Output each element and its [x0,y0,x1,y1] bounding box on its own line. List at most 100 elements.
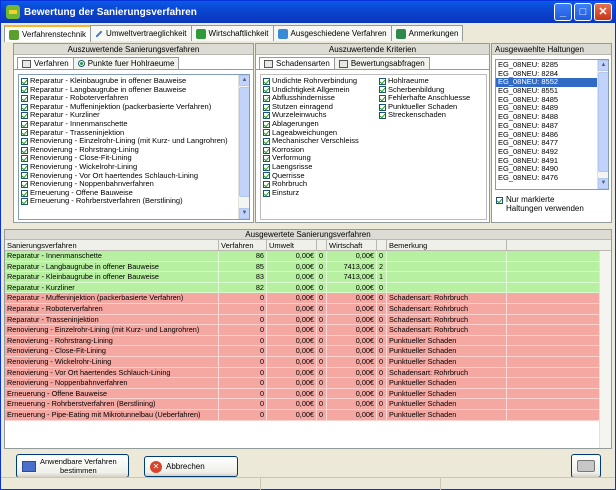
checkbox[interactable] [263,112,270,120]
checkbox[interactable] [21,120,28,128]
result-row[interactable]: Renovierung - Wickelrohr-Lining 0 0,00€ 0 0,… [5,356,599,368]
tab-verfahrenstechnik[interactable]: Verfahrenstechnik [4,25,92,42]
col-header-sanierungsverfahren[interactable]: Sanierungsverfahren [5,240,219,250]
tab-umweltvertraeglichkeit[interactable]: Umweltvertraeglichkeit [90,25,192,41]
verfahren-list[interactable]: Reparatur - Kleinbaugrube in offener Bau… [18,74,250,220]
verfahren-list-scrollbar[interactable]: ▲ ▼ [238,75,249,219]
checkbox[interactable] [21,103,28,111]
checkbox[interactable] [263,155,270,163]
result-row[interactable]: Erneuerung - Pipe-Eating mit Mikrotunnel… [5,409,599,421]
grid-icon [264,59,273,68]
result-row[interactable]: Reparatur - Kleinbaugrube in offener Bau… [5,272,599,283]
checkbox[interactable] [21,155,28,163]
checkbox[interactable] [21,189,28,197]
haltungen-list-scrollbar[interactable]: ▲ ▼ [597,60,608,189]
checkbox[interactable] [263,163,270,171]
maximize-button[interactable]: □ [574,3,592,21]
result-cell-u2: 0 [317,335,327,346]
result-row[interactable]: Reparatur - Langbaugrube in offener Bauw… [5,261,599,273]
result-row[interactable]: Renovierung - Einzelrohr-Lining (mit Kur… [5,325,599,336]
checkbox[interactable] [263,146,270,154]
verfahren-list-item[interactable]: Erneuerung - Rohrberstverfahren (Berstli… [19,197,249,206]
haltungen-list[interactable]: EG_08NEU: 8285 EG_08NEU: 8284 EG_08NEU: 85… [495,59,609,190]
tab-wirtschaftlichkeit[interactable]: Wirtschaftlichkeit [190,25,274,41]
tab-anmerkungen[interactable]: Anmerkungen [390,25,464,41]
checkbox[interactable] [21,163,28,171]
close-button[interactable]: ✕ [594,3,612,21]
col-header-wirtschaft-count[interactable] [377,240,387,250]
result-row[interactable]: Reparatur - Muffeninjektion (packerbasie… [5,293,599,304]
checkbox[interactable] [21,180,28,188]
result-row[interactable]: Renovierung - Vor Ort haertendes Schlauc… [5,367,599,379]
checkbox[interactable] [263,129,270,137]
result-cell-u2: 0 [317,314,327,325]
result-row[interactable]: Renovierung - Rohrstrang-Lining 0 0,00€ 0 0,… [5,335,599,347]
checkbox[interactable] [263,77,270,85]
scroll-thumb[interactable] [598,72,608,172]
checkbox[interactable] [263,189,270,197]
checkbox[interactable] [263,172,270,180]
checkbox[interactable] [21,94,28,102]
result-row[interactable]: Reparatur - Innenmanschette 86 0,00€ 0 0,00€… [5,251,599,262]
nur-markierte-checkbox-row[interactable]: Nur markierte Haltungen verwenden [496,195,584,213]
subtab-punkte-hohlraeume[interactable]: Punkte fuer Hohlraeume [72,57,180,69]
checkbox[interactable] [21,129,28,137]
checkbox[interactable] [21,198,28,206]
checkbox[interactable] [263,180,270,188]
checkbox[interactable] [379,94,386,102]
result-cell-wirtschaft: 7413,00€ [327,272,377,282]
checkbox[interactable] [263,120,270,128]
checkbox[interactable] [21,137,28,145]
scroll-down-button[interactable]: ▼ [598,178,608,189]
subtab-bewertungsabfragen[interactable]: Bewertungsabfragen [333,57,430,69]
checkbox[interactable] [379,86,386,94]
kriterium-item[interactable]: Einsturz [261,188,379,198]
result-row[interactable]: Reparatur - Roboterverfahren 0 0,00€ 0 0,00€… [5,303,599,315]
result-row[interactable]: Reparatur - Trasseninjektion 0 0,00€ 0 0,00€… [5,314,599,326]
checkbox[interactable] [263,94,270,102]
checkbox[interactable] [263,137,270,145]
verfahrenstechnik-icon [9,29,19,40]
checkbox[interactable] [21,146,28,154]
col-header-verfahren[interactable]: Verfahren [219,240,267,250]
col-header-bemerkung[interactable]: Bemerkung [387,240,507,250]
checkbox[interactable] [21,86,28,94]
results-scrollbar[interactable] [599,251,611,448]
checkbox[interactable] [379,77,386,85]
scroll-thumb[interactable] [239,87,249,197]
result-row[interactable]: Reparatur - Kurzliner 82 0,00€ 0 0,00€ 0 [5,282,599,294]
scroll-up-button[interactable]: ▲ [598,60,608,71]
result-cell-name: Renovierung - Wickelrohr-Lining [5,356,219,367]
minimize-button[interactable]: _ [554,3,572,21]
col-header-umwelt-count[interactable] [317,240,327,250]
col-header-umwelt[interactable]: Umwelt [267,240,317,250]
scroll-up-button[interactable]: ▲ [239,75,249,86]
nur-markierte-checkbox[interactable] [496,197,503,204]
tab-ausgeschiedene-verfahren[interactable]: Ausgeschiedene Verfahren [272,25,392,41]
result-row[interactable]: Renovierung - Close-Fit-Lining 0 0,00€ 0 0,0… [5,346,599,357]
abbrechen-button[interactable]: ✕ Abbrechen [144,456,238,477]
kriterium-item[interactable]: Streckenschaden [377,111,486,120]
checkbox[interactable] [21,77,28,85]
haltung-item[interactable]: EG_08NEU: 8476 [496,173,608,183]
scroll-down-button[interactable]: ▼ [239,208,249,219]
window-controls: _ □ ✕ [554,3,612,21]
result-row[interactable]: Erneuerung - Offene Bauweise 0 0,00€ 0 0,00€… [5,388,599,400]
checkbox[interactable] [263,86,270,94]
result-cell-w2: 0 [377,388,387,399]
checkbox[interactable] [379,103,386,111]
col-header-wirtschaft[interactable]: Wirtschaft [327,240,377,250]
main-window: Bewertung der Sanierungsverfahren _ □ ✕ … [0,0,616,490]
checkbox[interactable] [21,172,28,180]
checkbox[interactable] [263,103,270,111]
result-cell-name: Renovierung - Vor Ort haertendes Schlauc… [5,367,219,378]
result-row[interactable]: Erneuerung - Rohrberstverfahren (Berstli… [5,399,599,410]
apply-verfahren-button[interactable]: Anwendbare Verfahren bestimmen [16,454,129,478]
checkbox[interactable] [21,112,28,120]
result-cell-umwelt: 0,00€ [267,251,317,261]
result-row[interactable]: Renovierung - Noppenbahnverfahren 0 0,00€ 0… [5,378,599,389]
checkbox[interactable] [379,112,386,120]
subtab-verfahren[interactable]: Verfahren [17,57,74,69]
print-button[interactable] [571,454,601,478]
subtab-schadensarten[interactable]: Schadensarten [259,57,335,69]
